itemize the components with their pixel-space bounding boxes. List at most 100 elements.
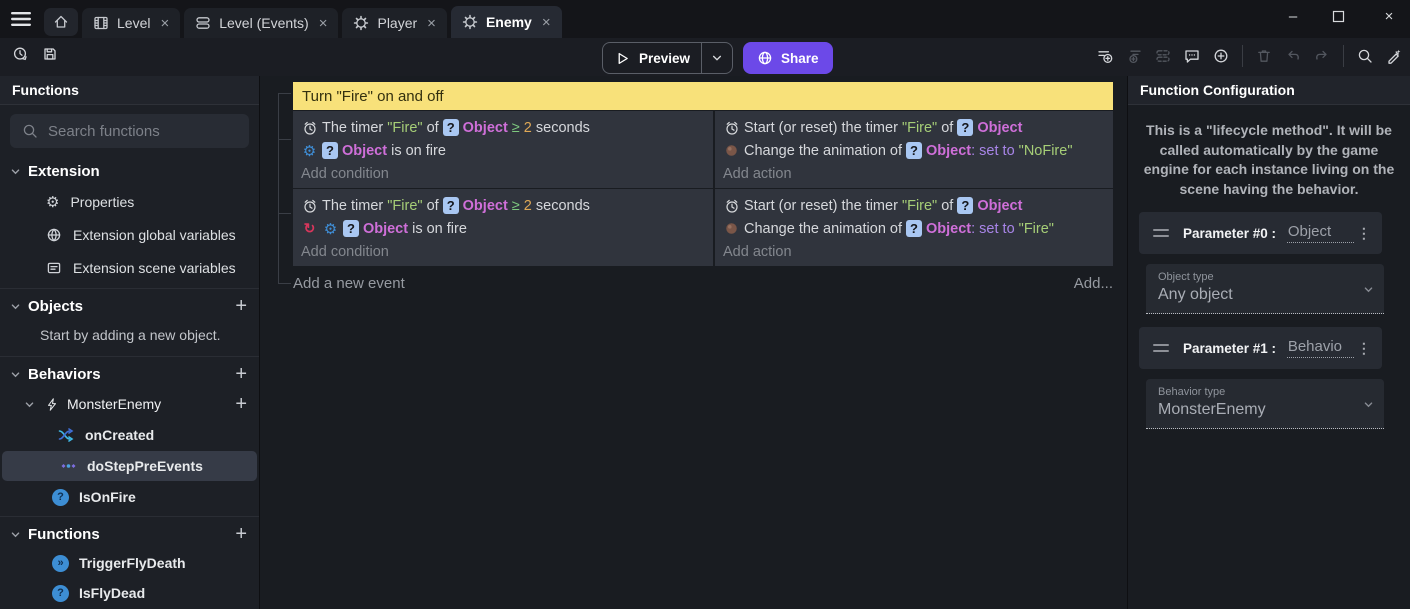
search-icon[interactable] — [1357, 48, 1373, 64]
event-text-segment: ? — [906, 142, 922, 159]
event-row: The timer "Fire" of ?Object ≥ 2 seconds … — [293, 111, 1113, 188]
add-condition-button[interactable]: Add condition — [301, 240, 705, 263]
add-function-button[interactable]: + — [235, 525, 247, 543]
alarm-clock-icon — [723, 119, 740, 136]
object-type-select[interactable]: Object type Any object — [1146, 264, 1384, 314]
add-condition-button[interactable]: Add condition — [301, 162, 705, 185]
event-comment[interactable]: Turn "Fire" on and off — [293, 82, 1113, 110]
kebab-menu-icon[interactable]: ⋮ — [1354, 340, 1374, 357]
tab-bar: Level × Level (Events) × Player × Enemy … — [44, 6, 562, 38]
home-icon — [53, 14, 69, 30]
event-text-segment: Object — [342, 143, 387, 159]
event-condition[interactable]: ↻⚙?Object is on fire — [301, 217, 705, 240]
event-condition[interactable]: The timer "Fire" of ?Object ≥ 2 seconds — [301, 116, 705, 139]
preview-dropdown-icon[interactable] — [702, 52, 732, 64]
event-text-segment: The timer — [322, 198, 387, 214]
event-action[interactable]: Change the animation of ?Object: set to … — [723, 217, 1105, 240]
minimize-icon[interactable]: – — [1284, 8, 1302, 25]
drag-handle-icon[interactable] — [1153, 344, 1169, 352]
section-objects[interactable]: Objects + — [0, 292, 259, 320]
event-condition[interactable]: ⚙?Object is on fire — [301, 139, 705, 162]
invert-icon: ↻ — [301, 220, 318, 237]
event-text-segment: ≥ — [508, 120, 524, 136]
add-subevent-icon[interactable] — [1126, 48, 1142, 64]
alarm-clock-icon — [301, 119, 318, 136]
tab-level[interactable]: Level × — [82, 8, 180, 38]
add-new-event-button[interactable]: Add a new event — [293, 275, 405, 292]
add-behavior-button[interactable]: + — [235, 365, 247, 383]
behavior-icon — [353, 15, 369, 31]
function-label: TriggerFlyDeath — [79, 555, 186, 571]
share-button[interactable]: Share — [743, 42, 833, 74]
item-label: Extension scene variables — [73, 260, 236, 276]
close-icon[interactable]: × — [1380, 8, 1398, 25]
event-action[interactable]: Start (or reset) the timer "Fire" of ?Ob… — [723, 116, 1105, 139]
search-placeholder: Search functions — [48, 123, 160, 140]
edit-extension-icon[interactable] — [1386, 48, 1402, 64]
events-toolbar — [1097, 45, 1402, 67]
event-action[interactable]: Start (or reset) the timer "Fire" of ?Ob… — [723, 194, 1105, 217]
kebab-menu-icon[interactable]: ⋮ — [1354, 225, 1374, 242]
function-configuration-panel: Function Configuration This is a "lifecy… — [1127, 76, 1410, 609]
tab-player[interactable]: Player × — [342, 8, 446, 38]
add-comment-icon[interactable] — [1184, 48, 1200, 64]
preview-button[interactable]: Preview — [602, 42, 733, 74]
function-isflydead[interactable]: ? IsFlyDead — [0, 578, 259, 608]
method-oncreated[interactable]: onCreated — [0, 420, 259, 450]
function-arrows-icon: » — [52, 555, 69, 572]
hamburger-menu-icon[interactable] — [11, 11, 31, 27]
function-triggerflydeath[interactable]: » TriggerFlyDeath — [0, 548, 259, 578]
section-behaviors[interactable]: Behaviors + — [0, 360, 259, 388]
config-title: Function Configuration — [1140, 82, 1295, 98]
chevron-down-icon — [10, 166, 21, 177]
event-text-segment: of — [937, 120, 957, 136]
tab-home[interactable] — [44, 8, 78, 36]
method-label: onCreated — [85, 427, 154, 443]
drag-handle-icon[interactable] — [1153, 229, 1169, 237]
section-extension[interactable]: Extension — [0, 157, 259, 185]
event-text-segment: Change the animation of — [744, 221, 906, 237]
behavior-monsterenemy[interactable]: MonsterEnemy + — [0, 388, 259, 420]
method-dosteppreevents[interactable]: doStepPreEvents — [2, 451, 257, 481]
event-text-segment: Change the animation of — [744, 143, 906, 159]
config-header: Function Configuration — [1128, 76, 1410, 105]
tab-enemy[interactable]: Enemy × — [451, 6, 562, 38]
add-action-button[interactable]: Add action — [723, 162, 1105, 185]
tab-level-events[interactable]: Level (Events) × — [184, 8, 338, 38]
close-tab-icon[interactable]: × — [542, 15, 551, 30]
event-tree-tick — [278, 93, 291, 94]
event-action[interactable]: Change the animation of ?Object: set to … — [723, 139, 1105, 162]
add-circle-icon[interactable] — [1213, 48, 1229, 64]
share-label: Share — [781, 51, 819, 66]
event-condition[interactable]: The timer "Fire" of ?Object ≥ 2 seconds — [301, 194, 705, 217]
close-tab-icon[interactable]: × — [160, 16, 169, 31]
behavior-type-select[interactable]: Behavior type MonsterEnemy — [1146, 379, 1384, 429]
preview-label: Preview — [639, 51, 690, 66]
parameter-name-input[interactable]: Behavio — [1287, 338, 1354, 358]
add-event-icon[interactable] — [1097, 48, 1113, 64]
add-external-event-icon[interactable] — [1155, 48, 1171, 64]
tab-label: Level — [117, 15, 150, 31]
add-object-button[interactable]: + — [235, 297, 247, 315]
add-action-button[interactable]: Add action — [723, 240, 1105, 263]
close-tab-icon[interactable]: × — [427, 16, 436, 31]
method-isonfire[interactable]: ? IsOnFire — [0, 482, 259, 512]
save-icon[interactable] — [42, 46, 58, 62]
add-more-button[interactable]: Add... — [1074, 275, 1113, 292]
undo-icon[interactable] — [1285, 48, 1301, 64]
sidebar-item-global-variables[interactable]: Extension global variables — [0, 218, 259, 251]
maximize-icon[interactable] — [1332, 10, 1350, 23]
sidebar-item-scene-variables[interactable]: Extension scene variables — [0, 251, 259, 284]
close-tab-icon[interactable]: × — [319, 16, 328, 31]
search-functions-input[interactable]: Search functions — [10, 114, 249, 148]
parameter-name-input[interactable]: Object — [1287, 223, 1354, 243]
sidebar-title: Functions — [12, 82, 79, 98]
sidebar-item-properties[interactable]: ⚙ Properties — [0, 185, 259, 218]
redo-icon[interactable] — [1314, 48, 1330, 64]
section-functions[interactable]: Functions + — [0, 520, 259, 548]
trash-icon[interactable] — [1256, 48, 1272, 64]
add-behavior-function-button[interactable]: + — [235, 395, 247, 413]
event-text-segment: of — [937, 198, 957, 214]
chevron-down-icon — [10, 301, 21, 312]
version-history-icon[interactable] — [12, 46, 28, 62]
